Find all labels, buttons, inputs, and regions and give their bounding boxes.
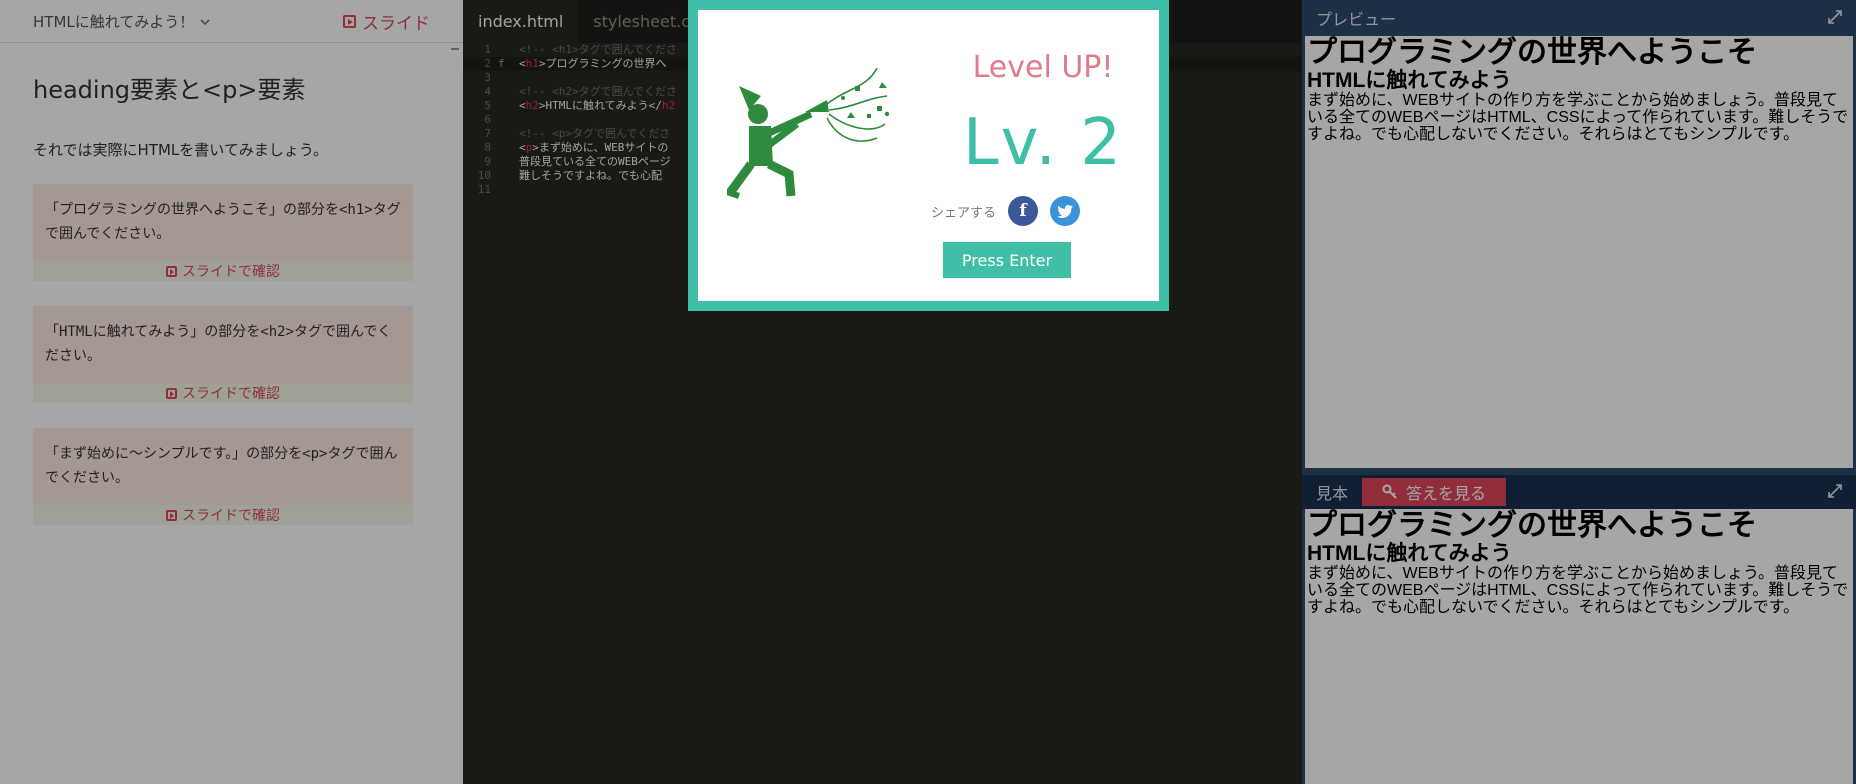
party-mascot-icon: [727, 68, 890, 199]
level-up-modal: Level UP! Lv. 2 シェアする f Press Enter: [688, 0, 1169, 311]
level-up-modal-body: Level UP! Lv. 2 シェアする f Press Enter: [698, 10, 1159, 301]
share-label: シェアする: [931, 205, 997, 221]
level-up-heading: Level UP!: [972, 50, 1114, 85]
twitter-icon[interactable]: [1050, 196, 1081, 226]
press-enter-button[interactable]: Press Enter: [943, 242, 1071, 278]
level-number: Lv. 2: [963, 106, 1123, 180]
share-row: シェアする f: [931, 196, 1081, 226]
facebook-icon[interactable]: f: [1008, 196, 1039, 226]
